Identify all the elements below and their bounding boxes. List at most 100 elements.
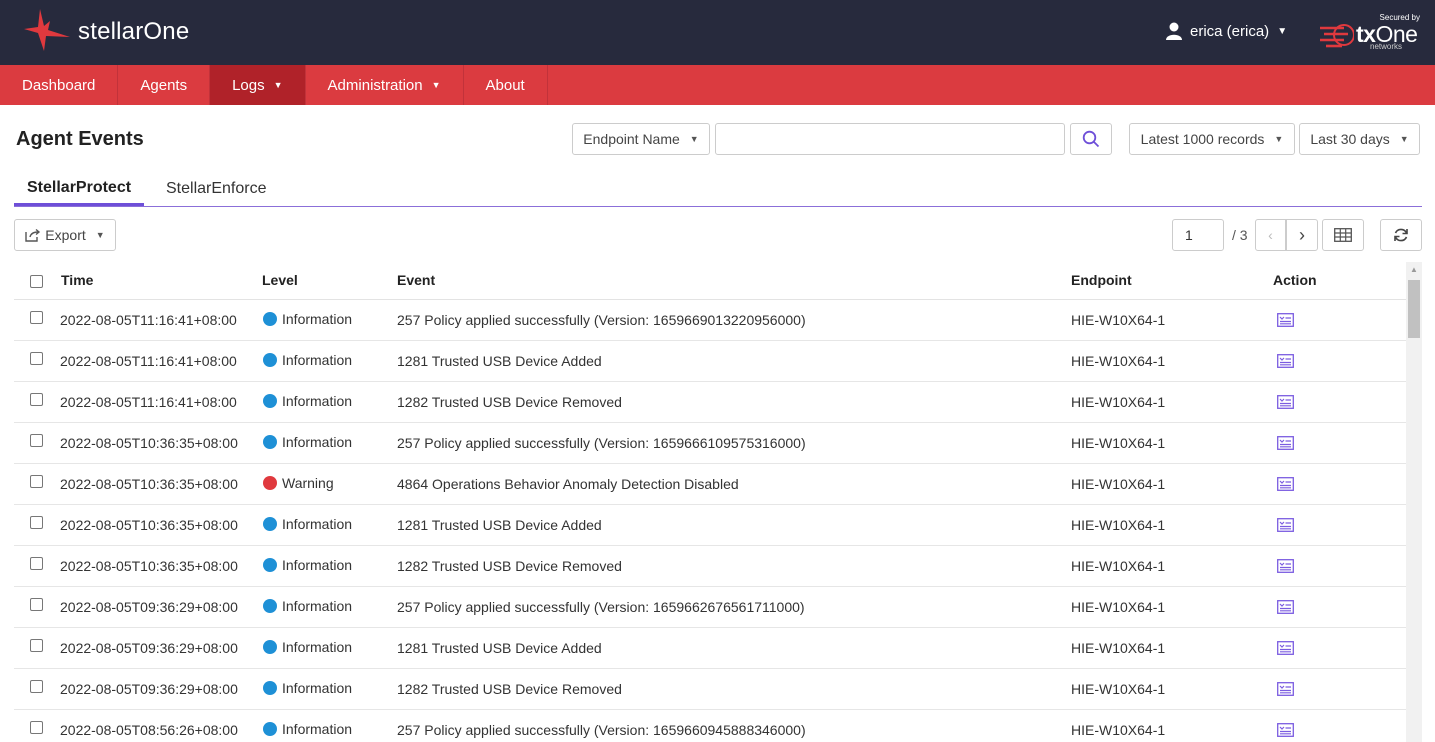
chevron-down-icon: ▼ bbox=[689, 134, 699, 144]
event-detail-icon[interactable] bbox=[1277, 723, 1294, 742]
cell-endpoint: HIE-W10X64-1 bbox=[1071, 681, 1166, 697]
records-label: Latest 1000 records bbox=[1140, 131, 1265, 147]
table-row[interactable]: 2022-08-05T10:36:35+08:00 Information 257 … bbox=[14, 423, 1406, 464]
export-button[interactable]: Export ▼ bbox=[14, 219, 116, 251]
header-action: Action bbox=[1273, 272, 1317, 288]
tab-stellarprotect[interactable]: StellarProtect bbox=[14, 172, 145, 206]
event-detail-icon[interactable] bbox=[1277, 518, 1294, 537]
cell-event: 1281 Trusted USB Device Added bbox=[397, 353, 602, 369]
next-page-button[interactable]: › bbox=[1286, 219, 1318, 251]
row-checkbox[interactable] bbox=[30, 434, 43, 447]
row-checkbox[interactable] bbox=[30, 557, 43, 570]
events-table: Time Level Event Endpoint Action 2022-08… bbox=[14, 262, 1406, 742]
chevron-down-icon: ▼ bbox=[1399, 134, 1409, 144]
cell-endpoint: HIE-W10X64-1 bbox=[1071, 312, 1166, 328]
cell-event: 1282 Trusted USB Device Removed bbox=[397, 558, 622, 574]
table-scrollbar[interactable]: ▲ bbox=[1406, 262, 1422, 742]
cell-endpoint: HIE-W10X64-1 bbox=[1071, 435, 1166, 451]
level-label: Information bbox=[282, 639, 353, 655]
app-logo[interactable]: stellarOne bbox=[22, 6, 189, 58]
header-event[interactable]: Event bbox=[397, 272, 435, 288]
table-row[interactable]: 2022-08-05T11:16:41+08:00 Information 1281… bbox=[14, 341, 1406, 382]
level-label: Information bbox=[282, 680, 353, 696]
user-menu[interactable]: erica (erica) ▼ bbox=[1166, 22, 1287, 40]
table-row[interactable]: 2022-08-05T11:16:41+08:00 Information 1282… bbox=[14, 382, 1406, 423]
scroll-up-icon[interactable]: ▲ bbox=[1406, 262, 1422, 278]
table-row[interactable]: 2022-08-05T08:56:26+08:00 Information 257 … bbox=[14, 710, 1406, 742]
warning-dot-icon bbox=[263, 476, 277, 490]
info-dot-icon bbox=[263, 640, 277, 654]
header-level[interactable]: Level bbox=[262, 272, 298, 288]
row-checkbox[interactable] bbox=[30, 721, 43, 734]
nav-logs[interactable]: Logs ▼ bbox=[210, 65, 306, 105]
event-detail-icon[interactable] bbox=[1277, 600, 1294, 619]
cell-level: Information bbox=[263, 680, 352, 696]
info-dot-icon bbox=[263, 517, 277, 531]
nav-agents[interactable]: Agents bbox=[118, 65, 211, 105]
scroll-thumb[interactable] bbox=[1408, 280, 1420, 338]
row-checkbox[interactable] bbox=[30, 639, 43, 652]
table-row[interactable]: 2022-08-05T09:36:29+08:00 Information 1282… bbox=[14, 669, 1406, 710]
period-select[interactable]: Last 30 days ▼ bbox=[1299, 123, 1420, 155]
cell-endpoint: HIE-W10X64-1 bbox=[1071, 599, 1166, 615]
row-checkbox[interactable] bbox=[30, 598, 43, 611]
cell-level: Information bbox=[263, 352, 352, 368]
refresh-button[interactable] bbox=[1380, 219, 1422, 251]
row-checkbox[interactable] bbox=[30, 680, 43, 693]
page-number-input[interactable]: 1 bbox=[1172, 219, 1224, 251]
row-checkbox[interactable] bbox=[30, 516, 43, 529]
level-label: Information bbox=[282, 352, 353, 368]
cell-level: Information bbox=[263, 516, 352, 532]
info-dot-icon bbox=[263, 722, 277, 736]
column-settings-button[interactable] bbox=[1322, 219, 1364, 251]
event-detail-icon[interactable] bbox=[1277, 559, 1294, 578]
header-endpoint[interactable]: Endpoint bbox=[1071, 272, 1132, 288]
prev-page-button[interactable]: ‹ bbox=[1255, 219, 1286, 251]
select-all-checkbox[interactable] bbox=[30, 275, 43, 288]
table-row[interactable]: 2022-08-05T09:36:29+08:00 Information 257 … bbox=[14, 587, 1406, 628]
level-label: Information bbox=[282, 434, 353, 450]
row-checkbox[interactable] bbox=[30, 311, 43, 324]
row-checkbox[interactable] bbox=[30, 352, 43, 365]
records-select[interactable]: Latest 1000 records ▼ bbox=[1129, 123, 1295, 155]
header-time[interactable]: Time bbox=[61, 272, 93, 288]
nav-label: Administration bbox=[327, 76, 423, 94]
user-name: erica (erica) bbox=[1190, 22, 1270, 40]
table-row[interactable]: 2022-08-05T09:36:29+08:00 Information 1281… bbox=[14, 628, 1406, 669]
nav-about[interactable]: About bbox=[464, 65, 548, 105]
cell-endpoint: HIE-W10X64-1 bbox=[1071, 558, 1166, 574]
info-dot-icon bbox=[263, 558, 277, 572]
info-dot-icon bbox=[263, 312, 277, 326]
cell-time: 2022-08-05T11:16:41+08:00 bbox=[60, 353, 237, 369]
cell-endpoint: HIE-W10X64-1 bbox=[1071, 476, 1166, 492]
table-row[interactable]: 2022-08-05T10:36:35+08:00 Information 1281… bbox=[14, 505, 1406, 546]
event-detail-icon[interactable] bbox=[1277, 395, 1294, 414]
filter-field-select[interactable]: Endpoint Name ▼ bbox=[572, 123, 710, 155]
table-row[interactable]: 2022-08-05T11:16:41+08:00 Information 257 … bbox=[14, 300, 1406, 341]
event-detail-icon[interactable] bbox=[1277, 436, 1294, 455]
cell-time: 2022-08-05T10:36:35+08:00 bbox=[60, 517, 238, 533]
event-detail-icon[interactable] bbox=[1277, 313, 1294, 332]
tab-bar: StellarProtect StellarEnforce bbox=[14, 172, 1422, 207]
row-checkbox[interactable] bbox=[30, 475, 43, 488]
level-label: Information bbox=[282, 598, 353, 614]
info-dot-icon bbox=[263, 599, 277, 613]
table-row[interactable]: 2022-08-05T10:36:35+08:00 Warning 4864 Ope… bbox=[14, 464, 1406, 505]
nav-dashboard[interactable]: Dashboard bbox=[0, 65, 119, 105]
main-nav: Dashboard Agents Logs ▼ Administration ▼ A… bbox=[0, 65, 1435, 105]
level-label: Information bbox=[282, 311, 353, 327]
table-row[interactable]: 2022-08-05T10:36:35+08:00 Information 1282… bbox=[14, 546, 1406, 587]
event-detail-icon[interactable] bbox=[1277, 641, 1294, 660]
tab-stellarenforce[interactable]: StellarEnforce bbox=[153, 172, 280, 206]
nav-administration[interactable]: Administration ▼ bbox=[306, 65, 464, 105]
search-input[interactable] bbox=[715, 123, 1065, 155]
event-detail-icon[interactable] bbox=[1277, 354, 1294, 373]
search-button[interactable] bbox=[1070, 123, 1112, 155]
cell-event: 257 Policy applied successfully (Version… bbox=[397, 312, 806, 328]
row-checkbox[interactable] bbox=[30, 393, 43, 406]
cell-level: Information bbox=[263, 639, 352, 655]
event-detail-icon[interactable] bbox=[1277, 477, 1294, 496]
info-dot-icon bbox=[263, 394, 277, 408]
cell-level: Information bbox=[263, 557, 352, 573]
event-detail-icon[interactable] bbox=[1277, 682, 1294, 701]
